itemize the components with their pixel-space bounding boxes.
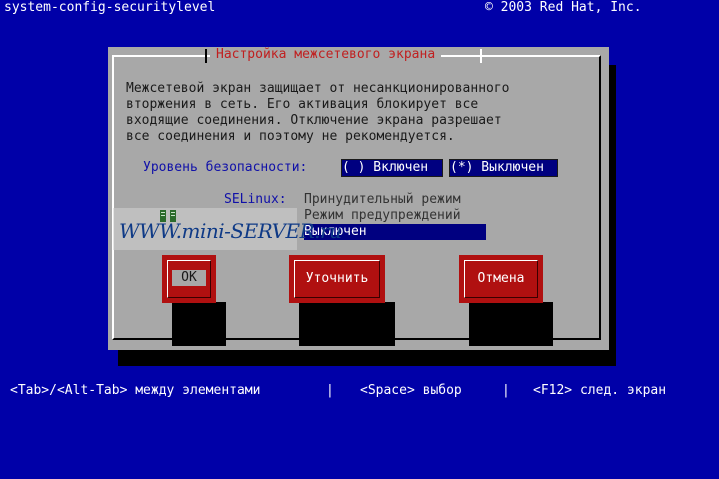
watermark-text: WWW.mini-SERVER.ru [119,219,342,243]
ok-button-shadow [172,302,226,346]
watermark-logo: WWW.mini-SERVER.ru [113,208,342,250]
customize-button[interactable]: Уточнить [289,255,385,303]
bottom-help-bar: <Tab>/<Alt-Tab> между элементами | <Spac… [0,383,719,399]
dialog-title: Настройка межсетевого экрана [210,47,442,63]
selinux-label: SELinux: [224,192,287,207]
ok-button-label: OK [172,270,206,286]
firewall-dialog: Настройка межсетевого экрана Межсетевой … [108,47,609,350]
hint-separator-1: | [326,383,334,398]
dialog-description: Межсетевой экран защищает от несанкциони… [126,81,510,144]
app-name: system-config-securitylevel [4,0,216,15]
title-right-edge [480,49,482,63]
hint-navigation: <Tab>/<Alt-Tab> между элементами [10,383,261,398]
hint-separator-2: | [502,383,510,398]
selinux-option-enforcing[interactable]: Принудительный режим [304,192,486,208]
cancel-button-label: Отмена [477,271,525,286]
cancel-button-shadow [469,302,553,346]
title-left-edge [205,49,207,63]
hint-f12: <F12> след. экран [533,383,667,398]
customize-button-label: Уточнить [305,271,369,286]
ok-button[interactable]: OK [162,255,216,303]
hint-space: <Space> выбор [360,383,462,398]
cancel-button[interactable]: Отмена [459,255,543,303]
firewall-enabled-radio[interactable]: ( ) Включен [342,160,442,176]
copyright: © 2003 Red Hat, Inc. [485,0,642,15]
customize-button-shadow [299,302,395,346]
security-level-label: Уровень безопасности: [143,160,308,175]
firewall-disabled-radio[interactable]: (*) Выключен [450,160,557,176]
top-status-bar: system-config-securitylevel © 2003 Red H… [0,0,719,16]
